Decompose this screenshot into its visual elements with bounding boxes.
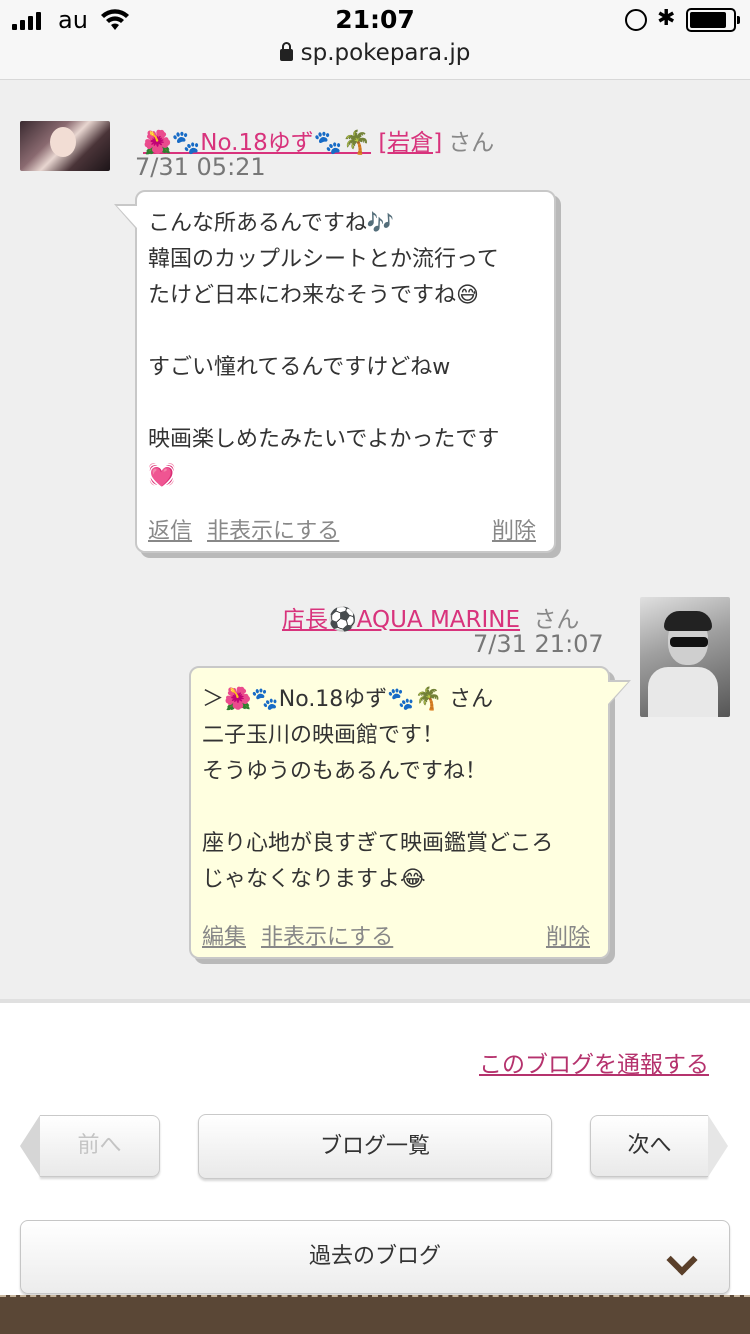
past-blog-label: 過去のブログ [308, 1244, 441, 1269]
author-suffix: さん [448, 130, 495, 156]
url-bar[interactable]: sp.pokepara.jp [0, 40, 750, 66]
blog-nav-section: このブログを通報する 前へ ブログ一覧 次へ 過去のブログ [0, 1003, 750, 1295]
chevron-down-icon [666, 1244, 698, 1276]
comment-date: 7/31 21:07 [473, 630, 604, 658]
comment-bubble: こんな所あるんですね🎶 韓国のカップルシートとか流行って たけど日本にわ来なそう… [114, 190, 556, 553]
comment-actions: 返信 非表示にする 削除 [148, 513, 536, 545]
battery-icon [686, 8, 740, 32]
prev-button[interactable]: 前へ [20, 1115, 160, 1177]
url-text: sp.pokepara.jp [300, 40, 471, 66]
reply-link[interactable]: 返信 [148, 519, 192, 544]
blog-list-button[interactable]: ブログ一覧 [198, 1114, 552, 1179]
hide-link[interactable]: 非表示にする [261, 925, 393, 950]
hide-link[interactable]: 非表示にする [207, 519, 339, 544]
comment-text: こんな所あるんですね🎶 韓国のカップルシートとか流行って たけど日本にわ来なそう… [148, 211, 500, 488]
avatar[interactable] [640, 597, 730, 717]
comment-author: 店長⚽AQUA MARINE さん [282, 600, 579, 634]
next-button[interactable]: 次へ [590, 1115, 728, 1177]
lock-icon [279, 42, 293, 61]
avatar[interactable] [20, 121, 110, 171]
author-tag-link[interactable]: [岩倉] [378, 130, 442, 156]
battery-level [690, 12, 726, 28]
bluetooth-icon: ✱ [657, 6, 676, 31]
past-blog-dropdown[interactable]: 過去のブログ [20, 1220, 730, 1294]
comment-date: 7/31 05:21 [135, 153, 266, 181]
report-blog-link[interactable]: このブログを通報する [479, 1045, 709, 1079]
comment-author: 🌺🐾No.18ゆず🐾🌴 [岩倉] さん [143, 123, 494, 157]
rotation-lock-icon [625, 9, 647, 31]
comment-text: ＞🌺🐾No.18ゆず🐾🌴 さん 二子玉川の映画館です！ そうゆうのもあるんですね… [202, 687, 554, 892]
comment-actions: 編集 非表示にする 削除 [202, 919, 590, 951]
footer-strip [0, 1295, 750, 1334]
comment-bubble: ＞🌺🐾No.18ゆず🐾🌴 さん 二子玉川の映画館です！ そうゆうのもあるんですね… [189, 666, 631, 959]
delete-link[interactable]: 削除 [492, 513, 536, 545]
status-bar: au 21:07 ✱ sp.pokepara.jp [0, 0, 750, 80]
delete-link[interactable]: 削除 [546, 919, 590, 951]
edit-link[interactable]: 編集 [202, 925, 246, 950]
